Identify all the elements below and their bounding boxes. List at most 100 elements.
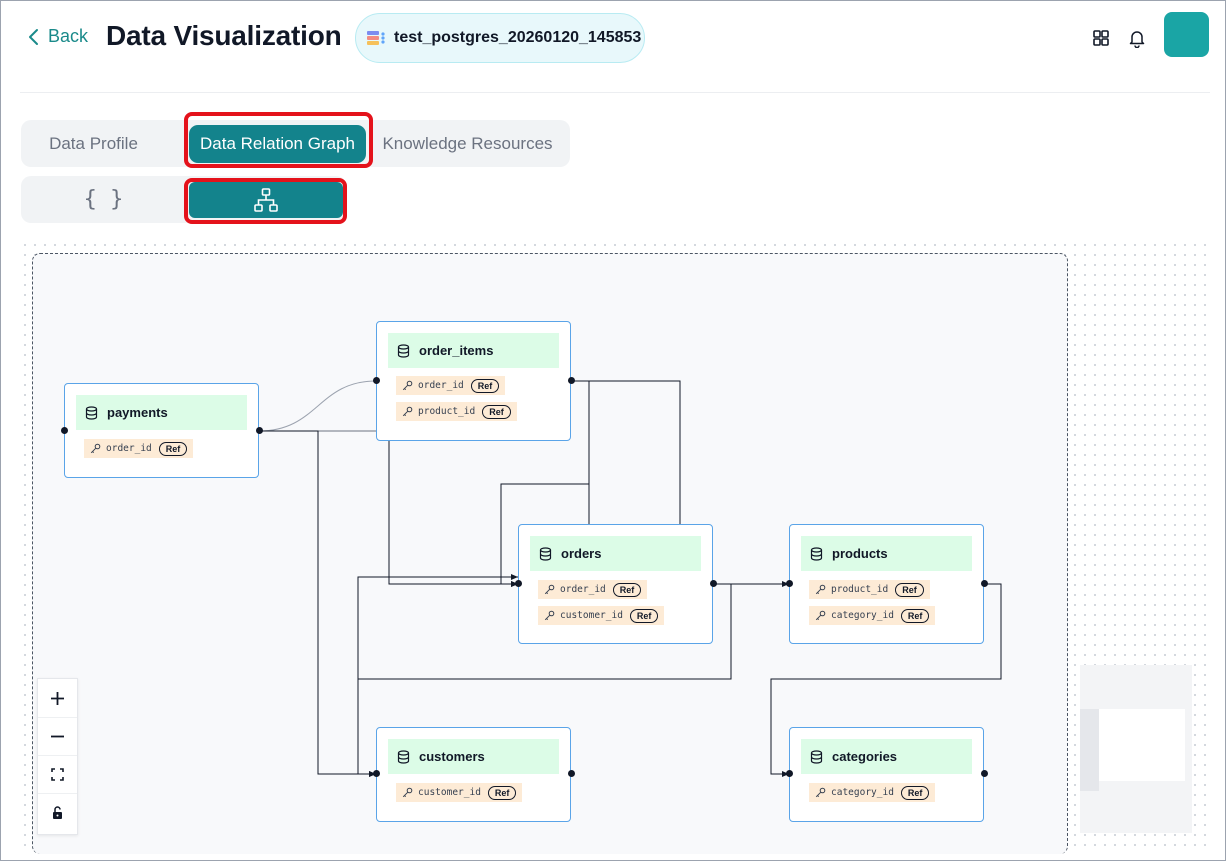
key-icon (544, 584, 555, 595)
key-icon (402, 787, 413, 798)
node-title: payments (107, 405, 168, 420)
database-name: test_postgres_20260120_145853 (394, 29, 642, 46)
page-title: Data Visualization (106, 20, 342, 51)
node-header: products (801, 536, 972, 571)
database-selector[interactable]: test_postgres_20260120_145853 (355, 13, 645, 63)
connection-handle[interactable] (981, 580, 988, 587)
field-name: category_id (831, 610, 894, 621)
field-name: category_id (831, 787, 894, 798)
json-view-button[interactable]: { } (21, 176, 186, 223)
connection-handle[interactable] (710, 580, 717, 587)
connection-handle[interactable] (981, 770, 988, 777)
zoom-out-button[interactable] (38, 717, 77, 756)
node-orders[interactable]: orders order_id Ref customer_id Ref (518, 524, 713, 644)
node-header: order_items (388, 333, 559, 368)
table-icon (397, 343, 410, 358)
back-button[interactable]: Back (26, 26, 88, 47)
field-row[interactable]: customer_id Ref (396, 783, 523, 802)
ref-badge: Ref (629, 608, 659, 623)
field-name: order_id (418, 380, 464, 391)
connection-handle[interactable] (373, 770, 380, 777)
field-row[interactable]: product_id Ref (396, 402, 517, 421)
tab-knowledge-resources[interactable]: Knowledge Resources (370, 120, 565, 167)
key-icon (815, 584, 826, 595)
lock-button[interactable] (38, 793, 77, 831)
zoom-in-icon (51, 691, 64, 705)
field-name: product_id (418, 406, 476, 417)
table-icon (810, 749, 823, 764)
graph-view-button[interactable] (189, 182, 343, 218)
field-name: customer_id (560, 610, 623, 621)
ref-badge: Ref (158, 441, 188, 456)
ref-badge: Ref (900, 785, 930, 800)
chevron-left-icon (29, 28, 38, 45)
tab-data-profile[interactable]: Data Profile (21, 120, 166, 167)
zoom-out-icon (51, 735, 64, 737)
node-title: customers (419, 749, 485, 764)
connection-handle[interactable] (568, 377, 575, 384)
grid-icon[interactable] (1091, 28, 1111, 48)
database-icon (367, 31, 385, 45)
key-icon (402, 406, 413, 417)
node-categories[interactable]: categories category_id Ref (789, 727, 984, 822)
tab-bar: Data Profile Data Relation Graph Knowled… (21, 120, 570, 167)
connection-handle[interactable] (786, 580, 793, 587)
key-icon (90, 443, 101, 454)
field-row[interactable]: order_id Ref (396, 376, 506, 395)
ref-badge: Ref (895, 582, 924, 597)
view-toggle: { } (21, 176, 346, 223)
connection-handle[interactable] (373, 377, 380, 384)
ref-badge: Ref (900, 608, 930, 623)
field-row[interactable]: category_id Ref (809, 783, 936, 802)
node-header: customers (388, 739, 559, 774)
field-name: order_id (560, 584, 606, 595)
field-name: order_id (106, 443, 152, 454)
fit-view-icon (51, 767, 64, 781)
table-icon (810, 546, 823, 561)
connection-handle[interactable] (515, 580, 522, 587)
minimap-viewport[interactable] (1099, 709, 1185, 781)
table-icon (397, 749, 410, 764)
connection-handle[interactable] (256, 427, 263, 434)
node-header: categories (801, 739, 972, 774)
key-icon (544, 610, 555, 621)
tab-data-relation-graph[interactable]: Data Relation Graph (189, 125, 366, 163)
node-title: orders (561, 546, 602, 561)
table-icon (85, 405, 98, 420)
zoom-in-button[interactable] (38, 679, 77, 718)
graph-controls (37, 678, 78, 835)
field-name: product_id (831, 584, 889, 595)
ref-badge: Ref (470, 378, 500, 393)
lock-icon (53, 805, 62, 819)
connection-handle[interactable] (568, 770, 575, 777)
node-title: products (832, 546, 888, 561)
fit-view-button[interactable] (38, 755, 77, 794)
node-title: order_items (419, 343, 494, 358)
minimap-node (1080, 709, 1099, 791)
connection-handle[interactable] (61, 427, 68, 434)
back-label: Back (48, 26, 89, 46)
node-header: payments (76, 395, 247, 430)
table-icon (539, 546, 552, 561)
bell-icon[interactable] (1127, 28, 1147, 48)
header-divider (20, 92, 1210, 93)
node-order-items[interactable]: order_items order_id Ref product_id Ref (376, 321, 571, 441)
header: Back Data Visualization test_postgres_20… (0, 0, 1226, 92)
connection-handle[interactable] (786, 770, 793, 777)
key-icon (815, 610, 826, 621)
field-name: customer_id (418, 787, 481, 798)
node-payments[interactable]: payments order_id Ref (64, 383, 259, 478)
field-row[interactable]: order_id Ref (538, 580, 648, 599)
field-row[interactable]: customer_id Ref (538, 606, 665, 625)
node-customers[interactable]: customers customer_id Ref (376, 727, 571, 822)
ref-badge: Ref (487, 785, 517, 800)
node-header: orders (530, 536, 701, 571)
field-row[interactable]: order_id Ref (84, 439, 194, 458)
field-row[interactable]: product_id Ref (809, 580, 930, 599)
node-title: categories (832, 749, 898, 764)
key-icon (402, 380, 413, 391)
avatar[interactable] (1164, 12, 1209, 57)
key-icon (815, 787, 826, 798)
field-row[interactable]: category_id Ref (809, 606, 936, 625)
node-products[interactable]: products product_id Ref category_id Ref (789, 524, 984, 644)
